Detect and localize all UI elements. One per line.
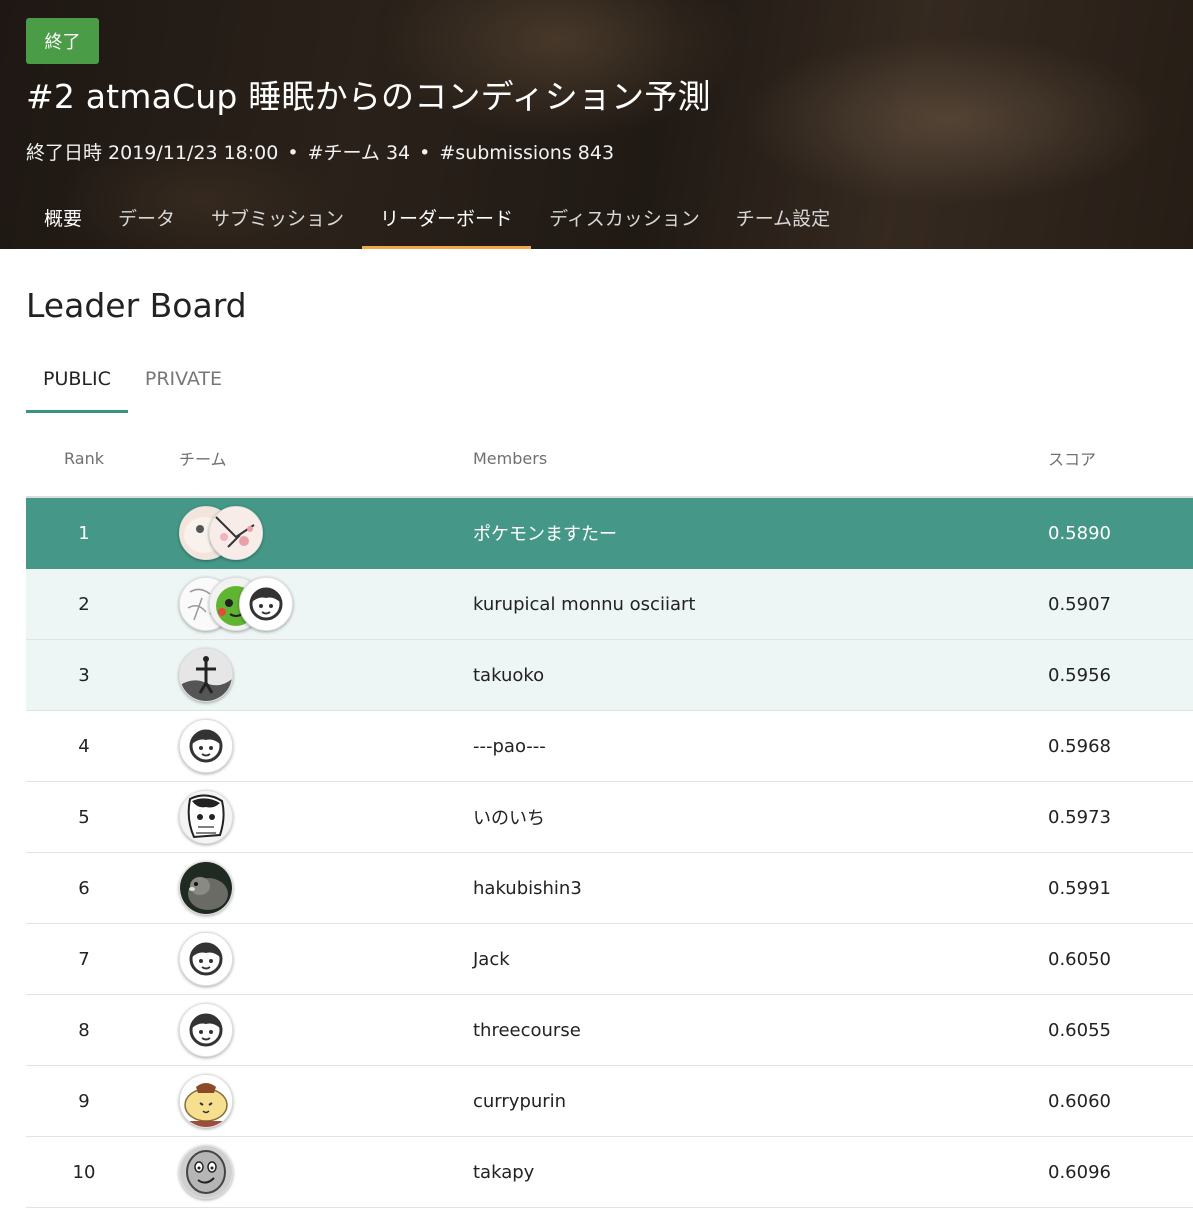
rank-cell: 5 [78, 806, 90, 828]
team-avatars [179, 782, 233, 852]
header-rank: Rank [64, 448, 104, 468]
team-count: #チーム 34 [307, 142, 411, 164]
table-row[interactable]: 3 takuoko 0.5956 [26, 640, 1193, 711]
table-row[interactable]: 6 hakubishin3 0.5991 [26, 853, 1193, 924]
team-avatars [179, 1066, 233, 1136]
score-cell: 0.6060 [1048, 1090, 1111, 1112]
team-avatars [179, 995, 233, 1065]
leaderboard-title: Leader Board [26, 286, 247, 325]
members-cell[interactable]: threecourse [473, 995, 581, 1065]
rank-cell: 1 [78, 522, 90, 544]
leaderboard-table: Rank チーム Members スコア 1 ポケモンますたー 0.5890 2… [26, 420, 1193, 1208]
default-face-avatar[interactable] [239, 577, 293, 631]
competition-meta: 終了日時 2019/11/23 18:00 • #チーム 34 • #submissio… [26, 138, 614, 165]
table-row[interactable]: 8 threecourse 0.6055 [26, 995, 1193, 1066]
tab-data[interactable]: データ [100, 186, 193, 249]
table-row[interactable]: 1 ポケモンますたー 0.5890 [26, 498, 1193, 569]
default-face-avatar[interactable] [179, 1003, 233, 1057]
score-cell: 0.6050 [1048, 948, 1111, 970]
rank-cell: 8 [78, 1019, 90, 1041]
tab-leaderboard[interactable]: リーダーボード [362, 186, 532, 249]
table-row[interactable]: 5 いのいち 0.5973 [26, 782, 1193, 853]
header-score: スコア [1048, 450, 1097, 469]
table-header: Rank チーム Members スコア [26, 420, 1193, 498]
members-cell[interactable]: hakubishin3 [473, 853, 582, 923]
score-cell: 0.5973 [1048, 806, 1111, 828]
members-cell[interactable]: currypurin [473, 1066, 566, 1136]
header-team: チーム [179, 450, 227, 469]
default-face-avatar[interactable] [179, 932, 233, 986]
members-cell[interactable]: kurupical monnu osciiart [473, 569, 695, 639]
tab-team-settings[interactable]: チーム設定 [718, 186, 848, 249]
members-cell[interactable]: ポケモンますたー [473, 498, 617, 568]
team-avatars [179, 711, 233, 781]
rank-cell: 6 [78, 877, 90, 899]
rank-cell: 3 [78, 664, 90, 686]
monochrome-photo-avatar[interactable] [179, 648, 233, 702]
manga-avatar[interactable] [179, 790, 233, 844]
team-avatars [179, 1137, 233, 1207]
score-cell: 0.6055 [1048, 1019, 1111, 1041]
score-cell: 0.5968 [1048, 735, 1111, 757]
meta-separator: • [419, 142, 431, 164]
tab-discussion[interactable]: ディスカッション [531, 186, 718, 249]
cherry-blossom-avatar[interactable] [209, 506, 263, 560]
members-cell[interactable]: takapy [473, 1137, 534, 1207]
table-row[interactable]: 7 Jack 0.6050 [26, 924, 1193, 995]
pompompurin-avatar[interactable] [179, 1074, 233, 1128]
table-row[interactable]: 10 takapy 0.6096 [26, 1137, 1193, 1208]
rank-cell: 9 [78, 1090, 90, 1112]
members-cell[interactable]: Jack [473, 924, 510, 994]
score-cell: 0.5991 [1048, 877, 1111, 899]
competition-nav: 概要 データ サブミッション リーダーボード ディスカッション チーム設定 [26, 186, 848, 249]
tab-overview[interactable]: 概要 [26, 186, 100, 249]
rank-cell: 7 [78, 948, 90, 970]
team-avatars [179, 640, 233, 710]
tab-submission[interactable]: サブミッション [193, 186, 362, 249]
members-cell[interactable]: takuoko [473, 640, 544, 710]
score-cell: 0.6096 [1048, 1161, 1111, 1183]
members-cell[interactable]: いのいち [473, 782, 545, 852]
team-avatars [179, 498, 263, 568]
table-row[interactable]: 9 currypurin 0.6060 [26, 1066, 1193, 1137]
score-cell: 0.5890 [1048, 522, 1111, 544]
team-avatars [179, 853, 233, 923]
leaderboard-subtabs: PUBLIC PRIVATE [26, 345, 239, 413]
table-row[interactable]: 4 ---pao--- 0.5968 [26, 711, 1193, 782]
end-date: 終了日時 2019/11/23 18:00 [26, 142, 279, 164]
rank-cell: 10 [72, 1161, 96, 1183]
score-cell: 0.5956 [1048, 664, 1111, 686]
submission-count: #submissions 843 [439, 142, 615, 164]
rank-cell: 4 [78, 735, 90, 757]
animal-photo-avatar[interactable] [179, 861, 233, 915]
team-avatars [179, 924, 233, 994]
header-members: Members [473, 448, 548, 468]
default-face-avatar[interactable] [179, 719, 233, 773]
team-avatars [179, 569, 293, 639]
table-row[interactable]: 2 kurupical monnu osciiart 0.5907 [26, 569, 1193, 640]
gray-face-avatar[interactable] [179, 1145, 233, 1199]
tab-public[interactable]: PUBLIC [26, 345, 128, 413]
competition-header: 終了 #2 atmaCup 睡眠からのコンディション予測 終了日時 2019/1… [0, 0, 1193, 249]
competition-title: #2 atmaCup 睡眠からのコンディション予測 [26, 77, 711, 116]
meta-separator: • [287, 142, 299, 164]
rank-cell: 2 [78, 593, 90, 615]
score-cell: 0.5907 [1048, 593, 1111, 615]
status-badge: 終了 [26, 18, 99, 64]
members-cell[interactable]: ---pao--- [473, 711, 546, 781]
tab-private[interactable]: PRIVATE [128, 345, 239, 413]
